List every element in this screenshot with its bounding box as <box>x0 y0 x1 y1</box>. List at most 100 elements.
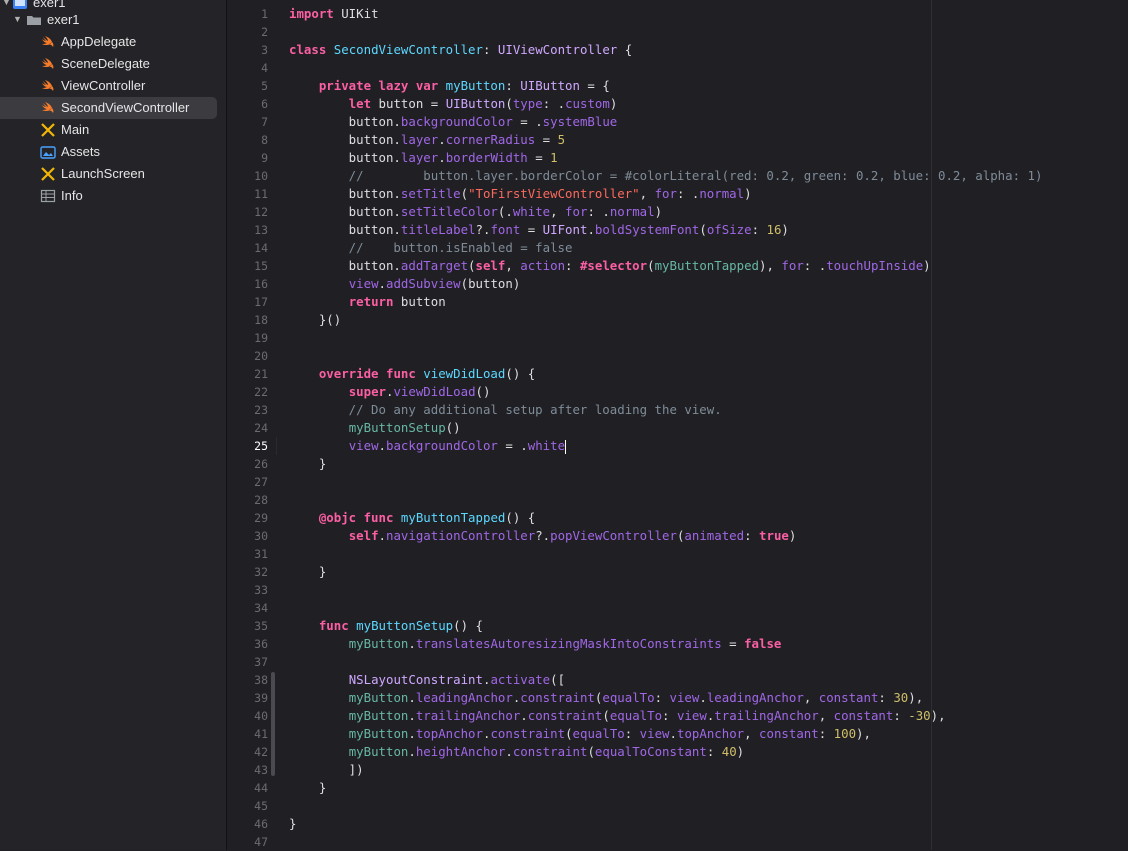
code-token: private lazy var <box>318 78 439 93</box>
code-token: = <box>535 132 558 147</box>
code-token: : <box>624 726 640 741</box>
code-line[interactable]: button.addTarget(self, action: #selector… <box>289 257 931 275</box>
code-editor[interactable]: import UIKit class SecondViewController: … <box>277 0 1128 850</box>
chevron-down-icon[interactable]: ▼ <box>2 0 11 7</box>
storyboard-icon <box>41 167 55 181</box>
code-token: : . <box>587 204 610 219</box>
code-token: button. <box>289 186 401 201</box>
code-line[interactable]: myButtonSetup() <box>289 419 461 437</box>
code-line[interactable]: myButton.trailingAnchor.constraint(equal… <box>289 707 946 725</box>
code-line[interactable]: button.layer.cornerRadius = 5 <box>289 131 565 149</box>
code-token: . <box>587 222 595 237</box>
code-token: ( <box>468 258 476 273</box>
line-number: 31 <box>254 547 268 561</box>
code-token: myButtonTapped <box>400 510 506 525</box>
code-line[interactable]: myButton.leadingAnchor.constraint(equalT… <box>289 689 924 707</box>
code-token: 1 <box>550 150 558 165</box>
code-token: . <box>408 690 416 705</box>
code-line[interactable]: myButton.heightAnchor.constraint(equalTo… <box>289 743 744 761</box>
code-token: navigationController <box>386 528 536 543</box>
line-number: 43 <box>254 763 268 777</box>
code-line[interactable]: button.titleLabel?.font = UIFont.boldSys… <box>289 221 789 239</box>
code-token: : <box>706 744 722 759</box>
code-token: import <box>289 6 334 21</box>
nav-item-scenedelegate[interactable]: SceneDelegate <box>0 53 217 75</box>
code-token: myButton <box>348 708 409 723</box>
code-line[interactable]: myButton.translatesAutoresizingMaskIntoC… <box>289 635 782 653</box>
code-line[interactable]: button.backgroundColor = .systemBlue <box>289 113 618 131</box>
nav-item-group-exer1[interactable]: ▼ exer1 <box>0 9 217 31</box>
code-token: NSLayoutConstraint <box>348 672 483 687</box>
code-line[interactable]: NSLayoutConstraint.activate([ <box>289 671 565 689</box>
code-token: #selector <box>579 258 648 273</box>
code-token: view <box>676 708 707 723</box>
code-line[interactable]: @objc func myButtonTapped() { <box>289 509 535 527</box>
code-line[interactable]: // Do any additional setup after loading… <box>289 401 722 419</box>
code-token: . <box>378 438 386 453</box>
code-line[interactable]: myButton.topAnchor.constraint(equalTo: v… <box>289 725 871 743</box>
line-number: 7 <box>261 115 268 129</box>
code-token: self <box>348 528 379 543</box>
nav-item-launchscreen[interactable]: LaunchScreen <box>0 163 217 185</box>
code-token: = . <box>512 114 543 129</box>
code-token: layer <box>400 132 439 147</box>
code-line[interactable]: view.backgroundColor = .white <box>289 437 567 455</box>
code-line[interactable]: } <box>289 815 296 833</box>
nav-item-label: ViewController <box>61 78 146 93</box>
code-token: . <box>378 276 386 291</box>
code-line[interactable]: super.viewDidLoad() <box>289 383 491 401</box>
code-token: leadingAnchor <box>415 690 513 705</box>
code-line[interactable]: ]) <box>289 761 364 779</box>
code-line[interactable]: button.setTitle("ToFirstViewController",… <box>289 185 752 203</box>
code-token: constant <box>818 690 879 705</box>
nav-item-info[interactable]: Info <box>0 185 217 207</box>
chevron-down-icon[interactable]: ▼ <box>13 14 22 24</box>
line-number: 45 <box>254 799 268 813</box>
code-token: ), <box>856 726 871 741</box>
code-line[interactable]: } <box>289 455 326 473</box>
code-line[interactable]: button.layer.borderWidth = 1 <box>289 149 558 167</box>
code-line[interactable]: override func viewDidLoad() { <box>289 365 535 383</box>
code-line[interactable]: class SecondViewController: UIViewContro… <box>289 41 632 59</box>
code-token: : <box>662 708 677 723</box>
code-token: viewDidLoad <box>423 366 506 381</box>
line-number: 15 <box>254 259 268 273</box>
code-line[interactable]: private lazy var myButton: UIButton = { <box>289 77 610 95</box>
code-line[interactable]: import UIKit <box>289 5 379 23</box>
code-line[interactable]: // button.isEnabled = false <box>289 239 573 257</box>
code-line[interactable]: view.addSubview(button) <box>289 275 521 293</box>
code-token: button. <box>289 222 401 237</box>
code-line[interactable]: button.setTitleColor(.white, for: .norma… <box>289 203 662 221</box>
nav-item-secondviewcontroller[interactable]: SecondViewController <box>0 97 217 119</box>
nav-item-label: Main <box>61 122 90 137</box>
nav-item-assets[interactable]: Assets <box>0 141 217 163</box>
code-token: SecondViewController <box>333 42 483 57</box>
code-token: ) <box>736 744 745 759</box>
line-number: 41 <box>254 727 268 741</box>
swift-file-icon <box>42 36 54 47</box>
code-line[interactable]: func myButtonSetup() { <box>289 617 483 635</box>
code-line[interactable]: } <box>289 563 326 581</box>
code-line[interactable]: } <box>289 779 326 797</box>
code-line[interactable]: // button.layer.borderColor = #colorLite… <box>289 167 1043 185</box>
code-line[interactable]: self.navigationController?.popViewContro… <box>289 527 797 545</box>
code-token: ), <box>930 708 946 723</box>
fold-ribbon[interactable] <box>271 672 275 776</box>
nav-item-main[interactable]: Main <box>0 119 217 141</box>
code-token: 5 <box>557 132 566 147</box>
code-line[interactable]: let button = UIButton(type: .custom) <box>289 95 618 113</box>
line-number: 26 <box>254 457 268 471</box>
code-line[interactable]: }() <box>289 311 341 329</box>
nav-item-label: LaunchScreen <box>61 166 145 181</box>
code-token: myButton <box>348 636 409 651</box>
code-token: myButtonSetup <box>356 618 454 633</box>
nav-item-appdelegate[interactable]: AppDelegate <box>0 31 217 53</box>
code-line[interactable]: return button <box>289 293 446 311</box>
nav-item-viewcontroller[interactable]: ViewController <box>0 75 217 97</box>
code-token: : . <box>803 258 827 273</box>
line-number: 29 <box>254 511 268 525</box>
line-number: 17 <box>254 295 268 309</box>
